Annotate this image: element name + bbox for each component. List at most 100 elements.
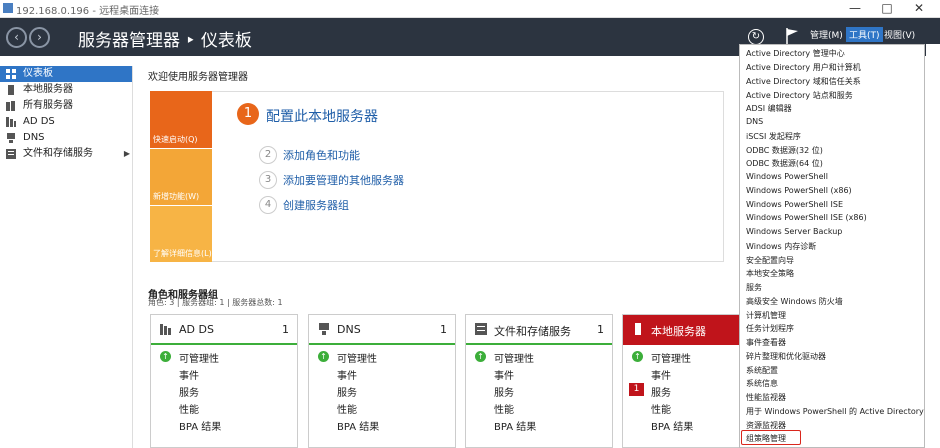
step-number-4: 4: [259, 196, 277, 214]
menu-item-iscsi[interactable]: iSCSI 发起程序: [746, 131, 801, 142]
card-row-events[interactable]: 事件: [651, 367, 671, 382]
tile-label: 了解详细信息(L): [153, 249, 212, 258]
back-arrow-icon[interactable]: ‹: [6, 27, 27, 48]
card-header: 文件和存储服务 1: [466, 315, 612, 345]
remote-desktop-title-bar: 192.168.0.196 - 远程桌面连接 — □ ✕: [0, 0, 940, 18]
menu-item-memory-diagnostic[interactable]: Windows 内存诊断: [746, 241, 816, 252]
card-row-manageability[interactable]: 可管理性: [179, 350, 219, 365]
card-row-events[interactable]: 事件: [337, 367, 357, 382]
window-title: 192.168.0.196 - 远程桌面连接: [16, 6, 160, 17]
quick-start-tile[interactable]: 快速启动(Q): [150, 91, 212, 148]
card-row-services[interactable]: 服务: [651, 384, 671, 399]
highlight-box: [741, 430, 801, 445]
card-row-bpa[interactable]: BPA 结果: [494, 418, 536, 433]
card-row-events[interactable]: 事件: [494, 367, 514, 382]
menu-item-odbc-32[interactable]: ODBC 数据源(32 位): [746, 145, 823, 156]
menu-item-system-info[interactable]: 系统信息: [746, 378, 778, 389]
menu-item-services[interactable]: 服务: [746, 282, 762, 293]
menu-item-local-security-policy[interactable]: 本地安全策略: [746, 268, 794, 279]
menu-item-server-backup[interactable]: Windows Server Backup: [746, 227, 842, 236]
card-count: 1: [597, 323, 604, 336]
menu-item-odbc-64[interactable]: ODBC 数据源(64 位): [746, 158, 823, 169]
ok-status-icon: ↑: [318, 351, 329, 362]
sidebar-item-label: AD DS: [23, 116, 55, 127]
sidebar-item-ad-ds[interactable]: AD DS: [0, 114, 132, 130]
card-title: 文件和存储服务: [494, 325, 571, 338]
menu-item-powershell-x86[interactable]: Windows PowerShell (x86): [746, 186, 852, 195]
tools-menu[interactable]: 工具(T): [846, 27, 883, 42]
close-button[interactable]: ✕: [904, 0, 934, 17]
menu-item-ad-sites-services[interactable]: Active Directory 站点和服务: [746, 90, 853, 101]
card-row-bpa[interactable]: BPA 结果: [651, 418, 693, 433]
roles-summary: 角色: 3 | 服务器组: 1 | 服务器总数: 1: [148, 298, 283, 307]
card-row-services[interactable]: 服务: [179, 384, 199, 399]
storage-icon: [6, 149, 16, 159]
menu-item-security-config-wizard[interactable]: 安全配置向导: [746, 255, 794, 266]
card-row-events[interactable]: 事件: [179, 367, 199, 382]
refresh-icon[interactable]: ↻: [748, 29, 764, 45]
minimize-button[interactable]: —: [840, 0, 870, 17]
sidebar-item-dashboard[interactable]: 仪表板: [0, 66, 132, 82]
menu-item-powershell-ise[interactable]: Windows PowerShell ISE: [746, 200, 843, 209]
card-row-services[interactable]: 服务: [337, 384, 357, 399]
menu-item-event-viewer[interactable]: 事件查看器: [746, 337, 786, 348]
menu-item-dns[interactable]: DNS: [746, 117, 763, 126]
card-title: AD DS: [179, 323, 214, 336]
card-row-performance[interactable]: 性能: [651, 401, 671, 416]
sidebar-item-dns[interactable]: DNS: [0, 130, 132, 146]
ok-status-icon: ↑: [475, 351, 486, 362]
menu-item-defrag[interactable]: 碎片整理和优化驱动器: [746, 351, 826, 362]
card-row-performance[interactable]: 性能: [179, 401, 199, 416]
menu-item-firewall[interactable]: 高级安全 Windows 防火墙: [746, 296, 843, 307]
menu-item-powershell[interactable]: Windows PowerShell: [746, 172, 828, 181]
page-title: 服务器管理器 ‣ 仪表板: [78, 31, 252, 51]
view-menu[interactable]: 视图(V): [884, 28, 915, 41]
add-roles-link[interactable]: 添加角色和功能: [283, 147, 360, 163]
card-row-performance[interactable]: 性能: [494, 401, 514, 416]
sidebar-item-file-storage[interactable]: 文件和存储服务 ▶: [0, 146, 132, 162]
learn-more-tile[interactable]: 了解详细信息(L): [150, 206, 212, 262]
right-edge-strip: [926, 44, 940, 448]
card-row-manageability[interactable]: 可管理性: [494, 350, 534, 365]
menu-item-ad-users-computers[interactable]: Active Directory 用户和计算机: [746, 62, 861, 73]
role-card-ad-ds[interactable]: AD DS 1 ↑ 可管理性 事件 服务 性能 BPA 结果: [150, 314, 298, 448]
create-server-group-link[interactable]: 创建服务器组: [283, 197, 349, 213]
servers-icon: [6, 101, 15, 111]
sidebar-item-label: 本地服务器: [23, 84, 73, 95]
menu-item-computer-management[interactable]: 计算机管理: [746, 310, 786, 321]
card-title: 本地服务器: [651, 325, 706, 338]
tile-label: 新增功能(W): [153, 192, 200, 201]
manage-menu[interactable]: 管理(M): [810, 28, 843, 41]
menu-item-perf-monitor[interactable]: 性能监视器: [746, 392, 786, 403]
menu-item-ad-powershell-module[interactable]: 用于 Windows PowerShell 的 Active Directory…: [746, 406, 924, 417]
maximize-button[interactable]: □: [872, 0, 902, 17]
role-card-dns[interactable]: DNS 1 ↑ 可管理性 事件 服务 性能 BPA 结果: [308, 314, 456, 448]
forward-arrow-icon[interactable]: ›: [29, 27, 50, 48]
card-header: DNS 1: [309, 315, 455, 345]
card-row-bpa[interactable]: BPA 结果: [179, 418, 221, 433]
notifications-flag-icon[interactable]: [785, 27, 799, 45]
menu-item-ad-admin-center[interactable]: Active Directory 管理中心: [746, 48, 845, 59]
card-row-performance[interactable]: 性能: [337, 401, 357, 416]
menu-item-powershell-ise-x86[interactable]: Windows PowerShell ISE (x86): [746, 213, 867, 222]
menu-item-ad-domains-trusts[interactable]: Active Directory 域和信任关系: [746, 76, 861, 87]
menu-item-task-scheduler[interactable]: 任务计划程序: [746, 323, 794, 334]
menu-item-adsi-edit[interactable]: ADSI 编辑器: [746, 103, 792, 114]
configure-local-server-link[interactable]: 配置此本地服务器: [266, 106, 378, 126]
chevron-right-icon[interactable]: ▶: [124, 146, 130, 162]
menu-item-system-config[interactable]: 系统配置: [746, 365, 778, 376]
card-row-manageability[interactable]: 可管理性: [651, 350, 691, 365]
card-row-manageability[interactable]: 可管理性: [337, 350, 377, 365]
whats-new-tile[interactable]: 新增功能(W): [150, 149, 212, 205]
role-card-file-storage[interactable]: 文件和存储服务 1 ↑ 可管理性 事件 服务 性能 BPA 结果: [465, 314, 613, 448]
sidebar-item-local-server[interactable]: 本地服务器: [0, 82, 132, 98]
step-number-2: 2: [259, 146, 277, 164]
card-title: DNS: [337, 323, 361, 336]
sidebar-item-all-servers[interactable]: 所有服务器: [0, 98, 132, 114]
add-servers-link[interactable]: 添加要管理的其他服务器: [283, 172, 404, 188]
storage-icon: [475, 323, 487, 335]
server-icon: [635, 323, 641, 335]
card-row-services[interactable]: 服务: [494, 384, 514, 399]
card-row-bpa[interactable]: BPA 结果: [337, 418, 379, 433]
ok-status-icon: ↑: [160, 351, 171, 362]
